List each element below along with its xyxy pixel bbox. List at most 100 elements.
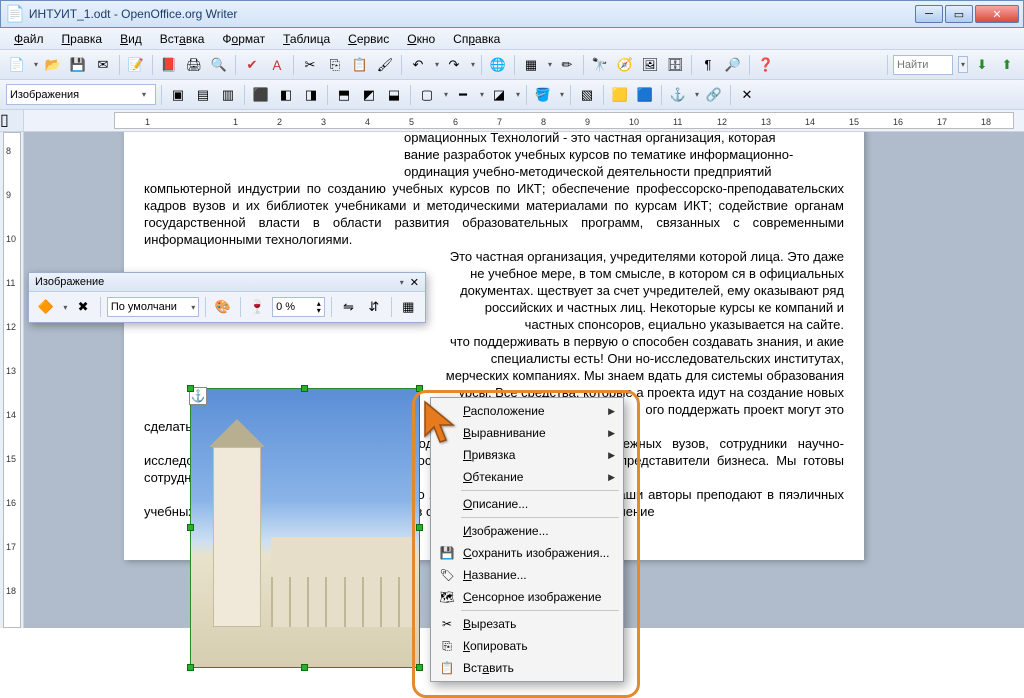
context-item--[interactable]: ⎘Копировать [433,635,621,657]
border-color-dropdown[interactable]: ▾ [513,84,521,106]
new-dropdown[interactable]: ▾ [31,54,39,76]
align-left-button[interactable]: ⬛ [250,84,272,106]
style-selector-input[interactable] [10,89,140,101]
vertical-ruler[interactable]: 89101112131415161718 [0,132,24,628]
menu-таблица[interactable]: Таблица [275,30,338,48]
format-paintbrush-button[interactable]: 🖌 [374,54,396,76]
image-panel[interactable]: Изображение ▾ ✕ 🔶 ▾ ✖ По умолчани ▾ 🎨 🍷 … [28,272,426,323]
flip-h-button[interactable]: ⇋ [338,296,359,318]
borders-dropdown[interactable]: ▾ [441,84,449,106]
resize-handle-sw[interactable] [187,664,194,671]
filter-button[interactable]: 🔶 [35,296,56,318]
flip-v-button[interactable]: ⇵ [363,296,384,318]
minimize-button[interactable]: ─ [915,5,943,23]
bg-color-dropdown[interactable]: ▾ [557,84,565,106]
align-right-button[interactable]: ◨ [300,84,322,106]
context-item--[interactable]: 📋Вставить [433,657,621,679]
selected-image[interactable]: ⚓ [190,388,420,668]
wrap-on-button[interactable]: ▤ [192,84,214,106]
wrap-off-button[interactable]: ▣ [167,84,189,106]
anchor-dropdown[interactable]: ▾ [692,84,700,106]
menu-формат[interactable]: Формат [214,30,273,48]
graphics-mode-select[interactable]: По умолчани ▾ [107,297,200,317]
anchor-button[interactable]: ⚓ [667,84,689,106]
context-item--[interactable]: 🗺Сенсорное изображение [433,586,621,608]
style-selector[interactable]: ▾ [6,84,156,105]
spellcheck-button[interactable]: ✔ [241,54,263,76]
redo-button[interactable]: ↷ [443,54,465,76]
copy-button[interactable]: ⎘ [324,54,346,76]
color-button[interactable]: 🎨 [212,296,233,318]
navigator-button[interactable]: 🧭 [614,54,636,76]
print-button[interactable]: 🖨 [183,54,205,76]
context-item--[interactable]: Изображение... [433,520,621,542]
horizontal-ruler[interactable]: 1123456789101112131415161718 [114,112,1014,129]
context-item--[interactable]: Обтекание▶ [433,466,621,488]
hyperlink-button[interactable]: 🌐 [487,54,509,76]
preview-button[interactable]: 🔍 [208,54,230,76]
align-center-h-button[interactable]: ◧ [275,84,297,106]
wrap-through-button[interactable]: ▥ [217,84,239,106]
find-dropdown[interactable]: ▾ [958,56,968,73]
undo-dropdown[interactable]: ▾ [432,54,440,76]
link-frames-button[interactable]: 🔗 [703,84,725,106]
align-bottom-button[interactable]: ⬓ [383,84,405,106]
resize-handle-n[interactable] [301,385,308,392]
nonprinting-chars-button[interactable]: ¶ [697,54,719,76]
context-item--[interactable]: 💾Сохранить изображения... [433,542,621,564]
transparency-spin[interactable]: 0 % ▴▾ [272,297,325,317]
bring-front-button[interactable]: 🟨 [609,84,631,106]
panel-dropdown-icon[interactable]: ▾ [400,278,404,287]
context-item--[interactable]: ✂Вырезать [433,613,621,635]
zoom-button[interactable]: 🔎 [722,54,744,76]
menu-окно[interactable]: Окно [399,30,443,48]
menu-файл[interactable]: Файл [6,30,52,48]
close-button[interactable]: ✕ [975,5,1019,23]
undo-button[interactable]: ↶ [407,54,429,76]
new-document-button[interactable]: 📄 [6,54,28,76]
edit-file-button[interactable]: 📝 [125,54,147,76]
resize-handle-s[interactable] [301,664,308,671]
unlink-frames-button[interactable]: ✕ [736,84,758,106]
table-dropdown[interactable]: ▾ [545,54,553,76]
find-replace-button[interactable]: 🔭 [589,54,611,76]
cut-button[interactable]: ✂ [299,54,321,76]
help-button[interactable]: ❓ [755,54,777,76]
resize-handle-ne[interactable] [416,385,423,392]
find-next-button[interactable]: ⬇ [971,54,993,76]
border-style-dropdown[interactable]: ▾ [477,84,485,106]
context-item--[interactable]: Выравнивание▶ [433,422,621,444]
menu-справка[interactable]: Справка [445,30,508,48]
menu-правка[interactable]: Правка [54,30,111,48]
send-back-button[interactable]: 🟦 [634,84,656,106]
menu-сервис[interactable]: Сервис [340,30,397,48]
align-top-button[interactable]: ⬒ [333,84,355,106]
context-item--[interactable]: 🏷Название... [433,564,621,586]
frame-props-button[interactable]: ▦ [398,296,419,318]
resize-handle-e[interactable] [416,524,423,531]
email-button[interactable]: ✉ [92,54,114,76]
table-button[interactable]: ▦ [520,54,542,76]
save-button[interactable]: 💾 [67,54,89,76]
align-center-v-button[interactable]: ◩ [358,84,380,106]
border-style-button[interactable]: ━ [452,84,474,106]
datasources-button[interactable]: 🗄 [664,54,686,76]
menu-вставка[interactable]: Вставка [152,30,213,48]
resize-handle-w[interactable] [187,524,194,531]
find-prev-button[interactable]: ⬆ [996,54,1018,76]
borders-button[interactable]: ▢ [416,84,438,106]
filter-dropdown[interactable]: ▾ [60,296,68,318]
paste-button[interactable]: 📋 [349,54,371,76]
open-button[interactable]: 📂 [42,54,64,76]
find-input[interactable] [893,55,953,75]
export-pdf-button[interactable]: 📕 [158,54,180,76]
redo-dropdown[interactable]: ▾ [468,54,476,76]
resize-handle-nw[interactable] [187,385,194,392]
resize-handle-se[interactable] [416,664,423,671]
gallery-button[interactable]: 🖼 [639,54,661,76]
show-draw-button[interactable]: ✏ [556,54,578,76]
context-item--[interactable]: Описание... [433,493,621,515]
graphics-mode-button[interactable]: ✖ [72,296,93,318]
context-item--[interactable]: Расположение▶ [433,400,621,422]
auto-spellcheck-button[interactable]: Ａ [266,54,288,76]
